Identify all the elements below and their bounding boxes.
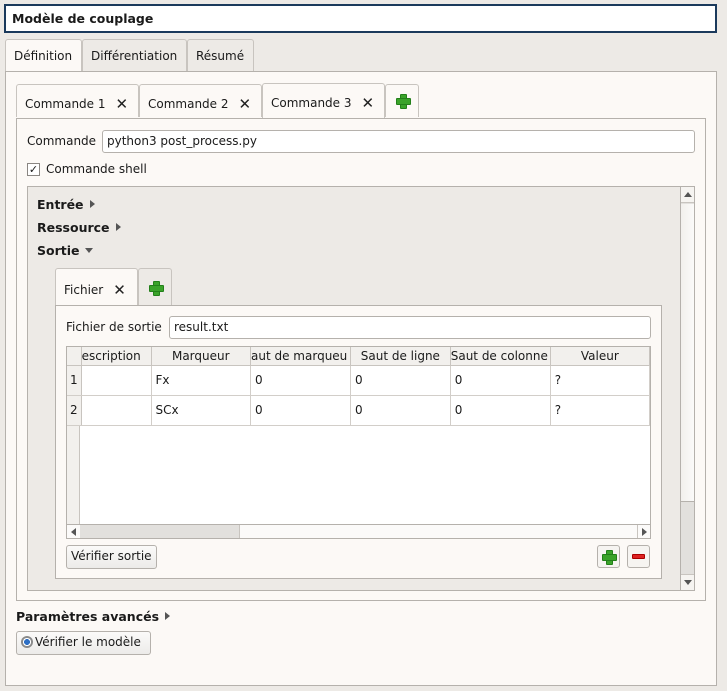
plus-icon [149,281,164,296]
table-row[interactable]: 2 SCx 0 0 0 ? [67,395,650,426]
shell-label: Commande shell [46,162,147,176]
command-input[interactable]: python3 post_process.py [102,130,695,153]
row-number[interactable]: 2 [67,395,82,426]
section-label: Paramètres avancés [16,609,160,624]
section-advanced-parameters[interactable]: Paramètres avancés [16,609,171,624]
cell-line-skip[interactable]: 0 [350,365,451,396]
plus-icon [602,550,617,565]
tab-resume[interactable]: Résumé [187,39,254,72]
arrow-right-icon [641,527,647,536]
tab-label: Commande 1 [25,97,106,111]
section-label: Entrée [37,197,84,212]
expand-arrow-icon [115,223,121,231]
cell-marker[interactable]: Fx [151,365,252,396]
scroll-right-button[interactable] [637,525,650,538]
add-command-tab[interactable] [385,84,419,117]
expand-arrow-icon [89,200,95,208]
check-model-button[interactable]: Vérifier le modèle [16,631,151,655]
gear-icon [21,636,33,648]
close-icon[interactable]: ✕ [116,95,129,113]
cell-marker-skip[interactable]: 0 [250,395,351,426]
close-icon[interactable]: ✕ [239,95,252,113]
section-ressource[interactable]: Ressource [37,220,121,235]
arrow-down-icon [683,580,692,585]
tab-fichier[interactable]: Fichier ✕ [55,268,138,307]
shell-checkbox[interactable]: ✓ [27,163,40,176]
tab-label: Fichier [64,283,104,297]
scroll-down-button[interactable] [681,574,694,590]
output-file-input[interactable]: result.txt [169,316,651,339]
command-label: Commande [27,134,97,148]
arrow-up-icon [683,192,692,197]
cell-column-skip[interactable]: 0 [450,365,551,396]
cell-description[interactable] [81,395,152,426]
column-header[interactable]: Saut de colonne [450,347,551,366]
tab-commande-2[interactable]: Commande 2 ✕ [139,84,262,117]
column-header[interactable]: escription [81,347,152,366]
close-icon[interactable]: ✕ [113,281,126,299]
row-number[interactable]: 1 [67,365,82,396]
close-icon[interactable]: ✕ [362,94,375,112]
hscroll-handle[interactable] [80,525,240,538]
scroll-handle[interactable] [681,204,694,502]
cell-line-skip[interactable]: 0 [350,395,451,426]
tab-definition[interactable]: Définition [5,39,82,73]
remove-row-button[interactable] [627,545,650,568]
plus-icon [396,94,411,109]
expand-arrow-icon [165,612,171,620]
section-entree[interactable]: Entrée [37,197,95,212]
collapse-arrow-icon [84,248,93,253]
tab-label: Différentiation [91,49,178,63]
scroll-left-button[interactable] [67,525,80,538]
horizontal-scrollbar[interactable] [67,524,650,538]
tab-commande-3[interactable]: Commande 3 ✕ [262,83,385,120]
column-header[interactable]: Valeur [550,347,650,366]
section-sortie[interactable]: Sortie [37,243,93,258]
tab-label: Commande 3 [271,96,352,110]
add-file-tab[interactable] [138,268,172,306]
table-grid: escription Marqueur aut de marqueu Saut … [67,347,650,426]
tab-commande-1[interactable]: Commande 1 ✕ [16,84,139,117]
vertical-scrollbar[interactable] [680,187,694,590]
output-file-label: Fichier de sortie [66,320,162,334]
cell-marker-skip[interactable]: 0 [250,365,351,396]
column-header[interactable]: Saut de ligne [350,347,451,366]
cell-value[interactable]: ? [550,395,650,426]
check-output-button[interactable]: Vérifier sortie [66,545,157,569]
section-label: Sortie [37,243,80,258]
add-row-button[interactable] [597,545,620,568]
window-title: Modèle de couplage [4,4,717,33]
table-row[interactable]: 1 Fx 0 0 0 ? [67,365,650,396]
markers-table: escription Marqueur aut de marqueu Saut … [66,346,651,539]
cell-description[interactable] [81,365,152,396]
tab-label: Commande 2 [148,97,229,111]
cell-value[interactable]: ? [550,365,650,396]
arrow-left-icon [71,527,76,536]
table-header-row: escription Marqueur aut de marqueu Saut … [67,347,650,366]
cell-marker[interactable]: SCx [151,395,252,426]
section-label: Ressource [37,220,110,235]
tab-differentiation[interactable]: Différentiation [82,39,187,72]
column-header[interactable]: Marqueur [151,347,252,366]
scroll-up-button[interactable] [681,187,694,203]
tab-label: Définition [14,49,73,63]
tab-label: Résumé [196,49,245,63]
cell-column-skip[interactable]: 0 [450,395,551,426]
minus-icon [632,554,645,559]
check-model-label: Vérifier le modèle [35,635,141,649]
column-header[interactable]: aut de marqueu [250,347,351,366]
corner-cell [67,347,82,366]
